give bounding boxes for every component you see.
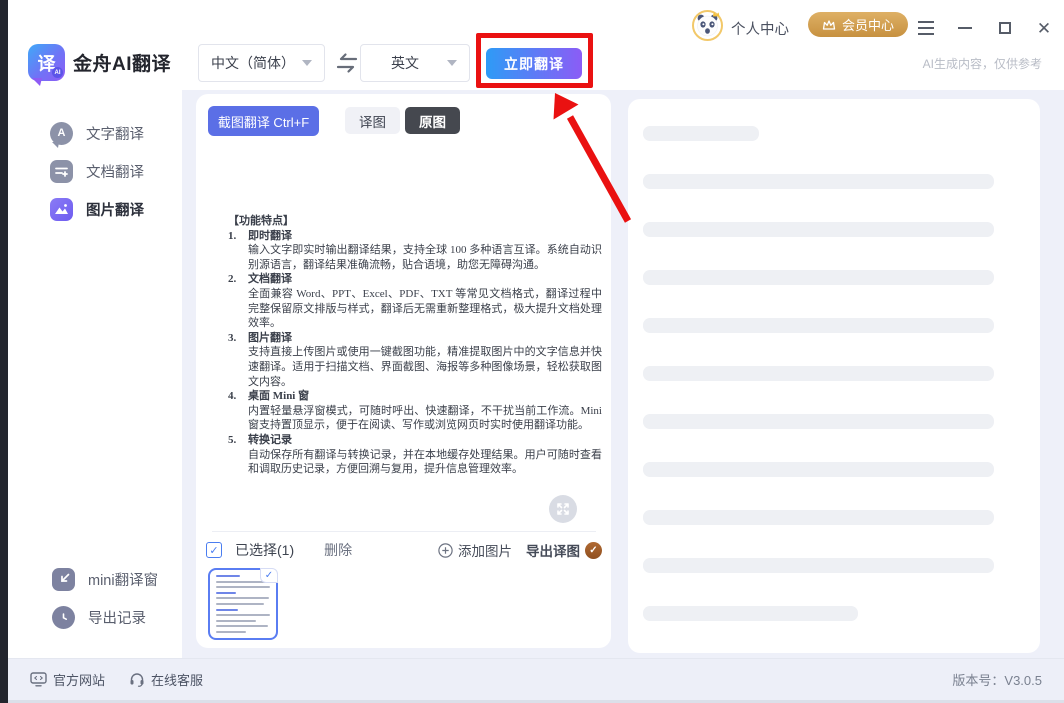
swap-languages-icon[interactable]: [334, 51, 360, 75]
placeholder-bar: [643, 558, 994, 573]
app-logo: 译 AI 金舟AI翻译: [28, 44, 171, 81]
menu-icon[interactable]: [915, 17, 937, 39]
member-center-button[interactable]: 会员中心: [808, 12, 908, 37]
sidebar-item-text-translate[interactable]: A 文字翻译: [8, 116, 182, 150]
user-center-link[interactable]: 个人中心: [731, 18, 789, 39]
image-preview-panel: 截图翻译 Ctrl+F 译图 原图 【功能特点】 1.即时翻译 输入文字即实时输…: [196, 94, 611, 648]
selected-count: 已选择(1): [235, 540, 294, 560]
feature-heading: 图片翻译: [248, 331, 292, 346]
view-toggle: 译图 原图: [345, 107, 460, 134]
footer-bar: 官方网站 在线客服 版本号：V3.0.5: [8, 658, 1064, 703]
document-title: 【功能特点】: [228, 214, 602, 229]
window-controls: ✕: [915, 16, 1055, 40]
expand-arrows-icon: [556, 502, 570, 516]
headset-icon: [129, 672, 145, 687]
mini-window-icon: [52, 568, 75, 591]
app-title: 金舟AI翻译: [73, 49, 171, 76]
app-logo-icon: 译 AI: [28, 44, 65, 81]
placeholder-bar: [643, 510, 994, 525]
ai-content-notice: AI生成内容，仅供参考: [790, 55, 1042, 72]
feature-body: 输入文字即实时输出翻译结果，支持全球 100 多种语言互译。系统自动识别源语言，…: [248, 243, 602, 272]
sidebar-item-image-translate[interactable]: 图片翻译: [8, 192, 182, 226]
toggle-original-image[interactable]: 原图: [405, 107, 460, 134]
feature-body: 内置轻量悬浮窗模式，可随时呼出、快速翻译，不干扰当前工作流。Mini 窗支持置顶…: [248, 404, 602, 433]
sidebar-item-mini-window[interactable]: mini翻译窗: [8, 562, 182, 596]
online-support-link[interactable]: 在线客服: [129, 670, 203, 689]
member-center-label: 会员中心: [842, 15, 894, 34]
text-translate-icon: A: [50, 122, 73, 145]
thumbnail-selected-check: ✓: [260, 568, 278, 583]
minimize-button[interactable]: [954, 17, 976, 39]
fullscreen-expand-button[interactable]: [549, 495, 577, 523]
avatar[interactable]: [692, 10, 723, 41]
translate-now-button[interactable]: 立即翻译: [486, 48, 582, 79]
divider: [212, 531, 596, 532]
sidebar: 译 AI 金舟AI翻译 A 文字翻译 文档翻译 图片翻译 mini翻译窗 导出记…: [8, 0, 182, 658]
export-translated-image-button[interactable]: 导出译图 ✓: [526, 540, 602, 560]
image-translate-icon: [50, 198, 73, 221]
placeholder-bar: [643, 318, 994, 333]
placeholder-bar: [643, 222, 994, 237]
document-preview: 【功能特点】 1.即时翻译 输入文字即实时输出翻译结果，支持全球 100 多种语…: [228, 214, 602, 477]
add-circle-icon: [438, 543, 453, 558]
target-language-value: 英文: [391, 53, 419, 73]
target-language-select[interactable]: 英文: [360, 44, 470, 82]
placeholder-bar: [643, 270, 994, 285]
feature-heading: 转换记录: [248, 433, 292, 448]
feature-body: 支持直接上传图片或使用一键截图功能，精准提取图片中的文字信息并快速翻译。适用于扫…: [248, 345, 602, 389]
placeholder-bar: [643, 462, 994, 477]
delete-button[interactable]: 删除: [324, 540, 352, 560]
image-thumbnail[interactable]: ✓: [208, 568, 278, 640]
sidebar-item-doc-translate[interactable]: 文档翻译: [8, 154, 182, 188]
monitor-icon: [30, 672, 47, 687]
placeholder-bar: [643, 126, 759, 141]
sidebar-item-export-history[interactable]: 导出记录: [8, 600, 182, 634]
chevron-down-icon: [302, 60, 312, 66]
feature-heading: 即时翻译: [248, 229, 292, 244]
clock-icon: [52, 606, 75, 629]
maximize-button[interactable]: [994, 17, 1016, 39]
close-button[interactable]: ✕: [1033, 17, 1055, 39]
placeholder-bar: [643, 174, 994, 189]
feature-body: 全面兼容 Word、PPT、Excel、PDF、TXT 等常见文档格式，翻译过程…: [248, 287, 602, 331]
placeholder-bar: [643, 366, 994, 381]
placeholder-bar: [643, 606, 858, 621]
crown-icon: [822, 19, 836, 31]
version-label: 版本号：V3.0.5: [952, 670, 1042, 689]
chevron-down-icon: [447, 60, 457, 66]
select-all-checkbox[interactable]: ✓: [206, 542, 222, 558]
placeholder-bar: [643, 414, 994, 429]
doc-translate-icon: [50, 160, 73, 183]
source-language-select[interactable]: 中文（简体）: [198, 44, 325, 82]
translation-result-panel: [628, 99, 1040, 653]
vip-badge-icon: ✓: [585, 542, 602, 559]
screenshot-translate-button[interactable]: 截图翻译 Ctrl+F: [208, 106, 319, 136]
window-edge: [0, 0, 8, 703]
feature-heading: 文档翻译: [248, 272, 292, 287]
selection-toolbar: ✓ 已选择(1) 删除 添加图片 导出译图 ✓: [206, 539, 602, 561]
toggle-translated-image[interactable]: 译图: [345, 107, 400, 134]
feature-body: 自动保存所有翻译与转换记录，并在本地缓存处理结果。用户可随时查看和调取历史记录，…: [248, 448, 602, 477]
panda-avatar-icon: [694, 12, 721, 39]
feature-heading: 桌面 Mini 窗: [248, 389, 309, 404]
add-image-button[interactable]: 添加图片: [438, 540, 512, 560]
source-language-value: 中文（简体）: [211, 53, 295, 73]
official-website-link[interactable]: 官方网站: [30, 670, 105, 689]
